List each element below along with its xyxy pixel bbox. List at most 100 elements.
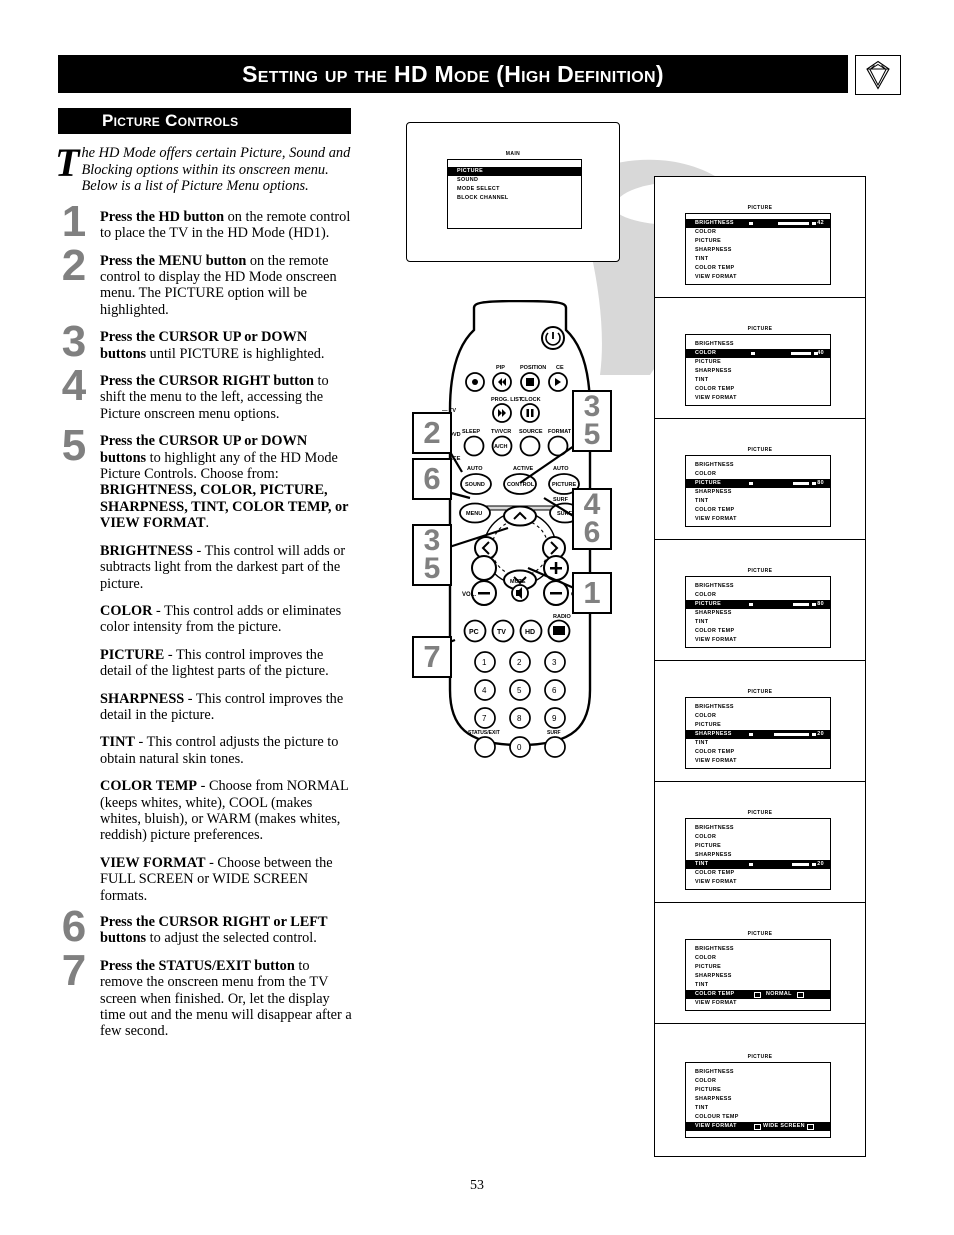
osd-item-picture[interactable]: PICTURE [448,167,581,176]
osd-item-tint[interactable]: TINT [686,376,830,385]
osd-item-color-temp[interactable]: COLOR TEMP NORMAL [686,990,830,999]
osd-item-color-temp[interactable]: COLOR TEMP [686,385,830,394]
slider-track[interactable] [755,731,810,738]
osd-item-tint[interactable]: TINT [686,497,830,506]
osd-item-sharpness[interactable]: SHARPNESS [686,488,830,497]
osd-item-brightness[interactable]: BRIGHTNESS [686,1068,830,1077]
slider-left-arrow-icon[interactable] [748,220,754,227]
osd-item-tint[interactable]: TINT [686,739,830,748]
slider-right-arrow-icon[interactable] [811,220,817,227]
slider-fill [756,481,794,486]
osd-item-tint[interactable]: TINT 20 [686,860,830,869]
osd-item-brightness[interactable]: BRIGHTNESS [686,340,830,349]
osd-item-brightness[interactable]: BRIGHTNESS [686,582,830,591]
osd-item-color[interactable]: COLOR [686,228,830,237]
osd-picture-menu: BRIGHTNESS COLOR PICTURE 80 SHARPNESS TI… [685,455,831,527]
osd-item-sharpness[interactable]: SHARPNESS [686,367,830,376]
slider-right-arrow-icon[interactable] [811,480,817,487]
osd-item-color[interactable]: COLOR [686,470,830,479]
osd-item-sharpness[interactable]: SHARPNESS [686,972,830,981]
osd-item-label: BRIGHTNESS [695,220,734,226]
picture-slider[interactable] [748,479,817,488]
osd-item-colour-temp[interactable]: COLOUR TEMP [686,1113,830,1122]
slider-left-arrow-icon[interactable] [748,480,754,487]
osd-item-view-format[interactable]: VIEW FORMAT [686,273,830,282]
osd-item-mode-select[interactable]: MODE SELECT [448,185,581,194]
osd-item-brightness[interactable]: BRIGHTNESS [686,461,830,470]
osd-item-brightness[interactable]: BRIGHTNESS [686,824,830,833]
osd-item-sharpness[interactable]: SHARPNESS [686,851,830,860]
page-header-bar: Setting up the HD Mode (High Definition) [58,55,848,93]
osd-item-view-format[interactable]: VIEW FORMAT [686,878,830,887]
osd-item-view-format[interactable]: VIEW FORMAT [686,394,830,403]
slider-right-arrow-icon[interactable] [811,601,817,608]
sharpness-slider[interactable] [748,730,817,739]
tint-slider[interactable] [748,860,817,869]
osd-item-sharpness[interactable]: SHARPNESS 20 [686,730,830,739]
option-right-arrow-icon[interactable] [806,1123,814,1130]
osd-item-color-temp[interactable]: COLOR TEMP [686,627,830,636]
slider-fill [756,862,793,867]
osd-item-color-temp[interactable]: COLOR TEMP [686,869,830,878]
option-right-arrow-icon[interactable] [796,991,804,998]
slider-fill [756,732,775,737]
osd-item-picture[interactable]: PICTURE [686,842,830,851]
slider-track[interactable] [755,480,810,487]
osd-item-sound[interactable]: SOUND [448,176,581,185]
osd-item-picture[interactable]: PICTURE [686,963,830,972]
osd-item-color[interactable]: COLOR [686,591,830,600]
osd-item-view-format[interactable]: VIEW FORMAT [686,757,830,766]
osd-item-view-format[interactable]: VIEW FORMAT [686,636,830,645]
slider-left-arrow-icon[interactable] [748,861,754,868]
slider-track[interactable] [755,861,810,868]
osd-item-color-temp[interactable]: COLOR TEMP [686,506,830,515]
brightness-value: 42 [817,220,824,226]
osd-item-block-channel[interactable]: BLOCK CHANNEL [448,194,581,203]
slider-left-arrow-icon[interactable] [750,350,756,357]
slider-track[interactable] [757,350,812,357]
osd-item-picture[interactable]: PICTURE [686,721,830,730]
osd-item-view-format[interactable]: VIEW FORMAT [686,999,830,1008]
osd-item-color-temp[interactable]: COLOR TEMP [686,264,830,273]
osd-item-picture[interactable]: PICTURE [686,237,830,246]
picture-slider[interactable] [748,600,817,609]
osd-item-brightness[interactable]: BRIGHTNESS [686,703,830,712]
osd-item-picture[interactable]: PICTURE 80 [686,600,830,609]
color-temp-option-control[interactable]: NORMAL [754,990,804,999]
svg-text:0: 0 [517,743,522,752]
osd-item-color[interactable]: COLOR [686,954,830,963]
osd-item-color[interactable]: COLOR [686,833,830,842]
slider-right-arrow-icon[interactable] [811,731,817,738]
osd-item-tint[interactable]: TINT [686,981,830,990]
view-format-option-control[interactable]: WIDE SCREEN [754,1122,814,1131]
step-text: Press the CURSOR RIGHT button to shift t… [100,373,355,422]
slider-right-arrow-icon[interactable] [811,861,817,868]
osd-item-picture[interactable]: PICTURE [686,358,830,367]
slider-track[interactable] [755,220,810,227]
osd-item-tint[interactable]: TINT [686,1104,830,1113]
brightness-slider[interactable] [748,219,817,228]
osd-item-brightness[interactable]: BRIGHTNESS [686,945,830,954]
osd-item-color[interactable]: COLOR 40 [686,349,830,358]
option-left-arrow-icon[interactable] [754,991,761,998]
osd-item-color-temp[interactable]: COLOR TEMP [686,748,830,757]
osd-item-tint[interactable]: TINT [686,255,830,264]
osd-item-brightness[interactable]: BRIGHTNESS 42 [686,219,830,228]
osd-item-sharpness[interactable]: SHARPNESS [686,609,830,618]
color-slider[interactable] [750,349,819,358]
slider-track[interactable] [755,601,810,608]
osd-item-tint[interactable]: TINT [686,618,830,627]
slider-left-arrow-icon[interactable] [748,731,754,738]
osd-item-sharpness[interactable]: SHARPNESS [686,246,830,255]
definition-term: COLOR TEMP [100,778,198,795]
osd-item-view-format[interactable]: VIEW FORMAT WIDE SCREEN [686,1122,830,1131]
osd-item-view-format[interactable]: VIEW FORMAT [686,515,830,524]
osd-item-sharpness[interactable]: SHARPNESS [686,1095,830,1104]
slider-left-arrow-icon[interactable] [748,601,754,608]
option-left-arrow-icon[interactable] [754,1123,761,1130]
osd-item-color[interactable]: COLOR [686,1077,830,1086]
osd-item-color[interactable]: COLOR [686,712,830,721]
osd-item-picture[interactable]: PICTURE [686,1086,830,1095]
osd-item-picture[interactable]: PICTURE 80 [686,479,830,488]
svg-text:4: 4 [482,686,487,695]
